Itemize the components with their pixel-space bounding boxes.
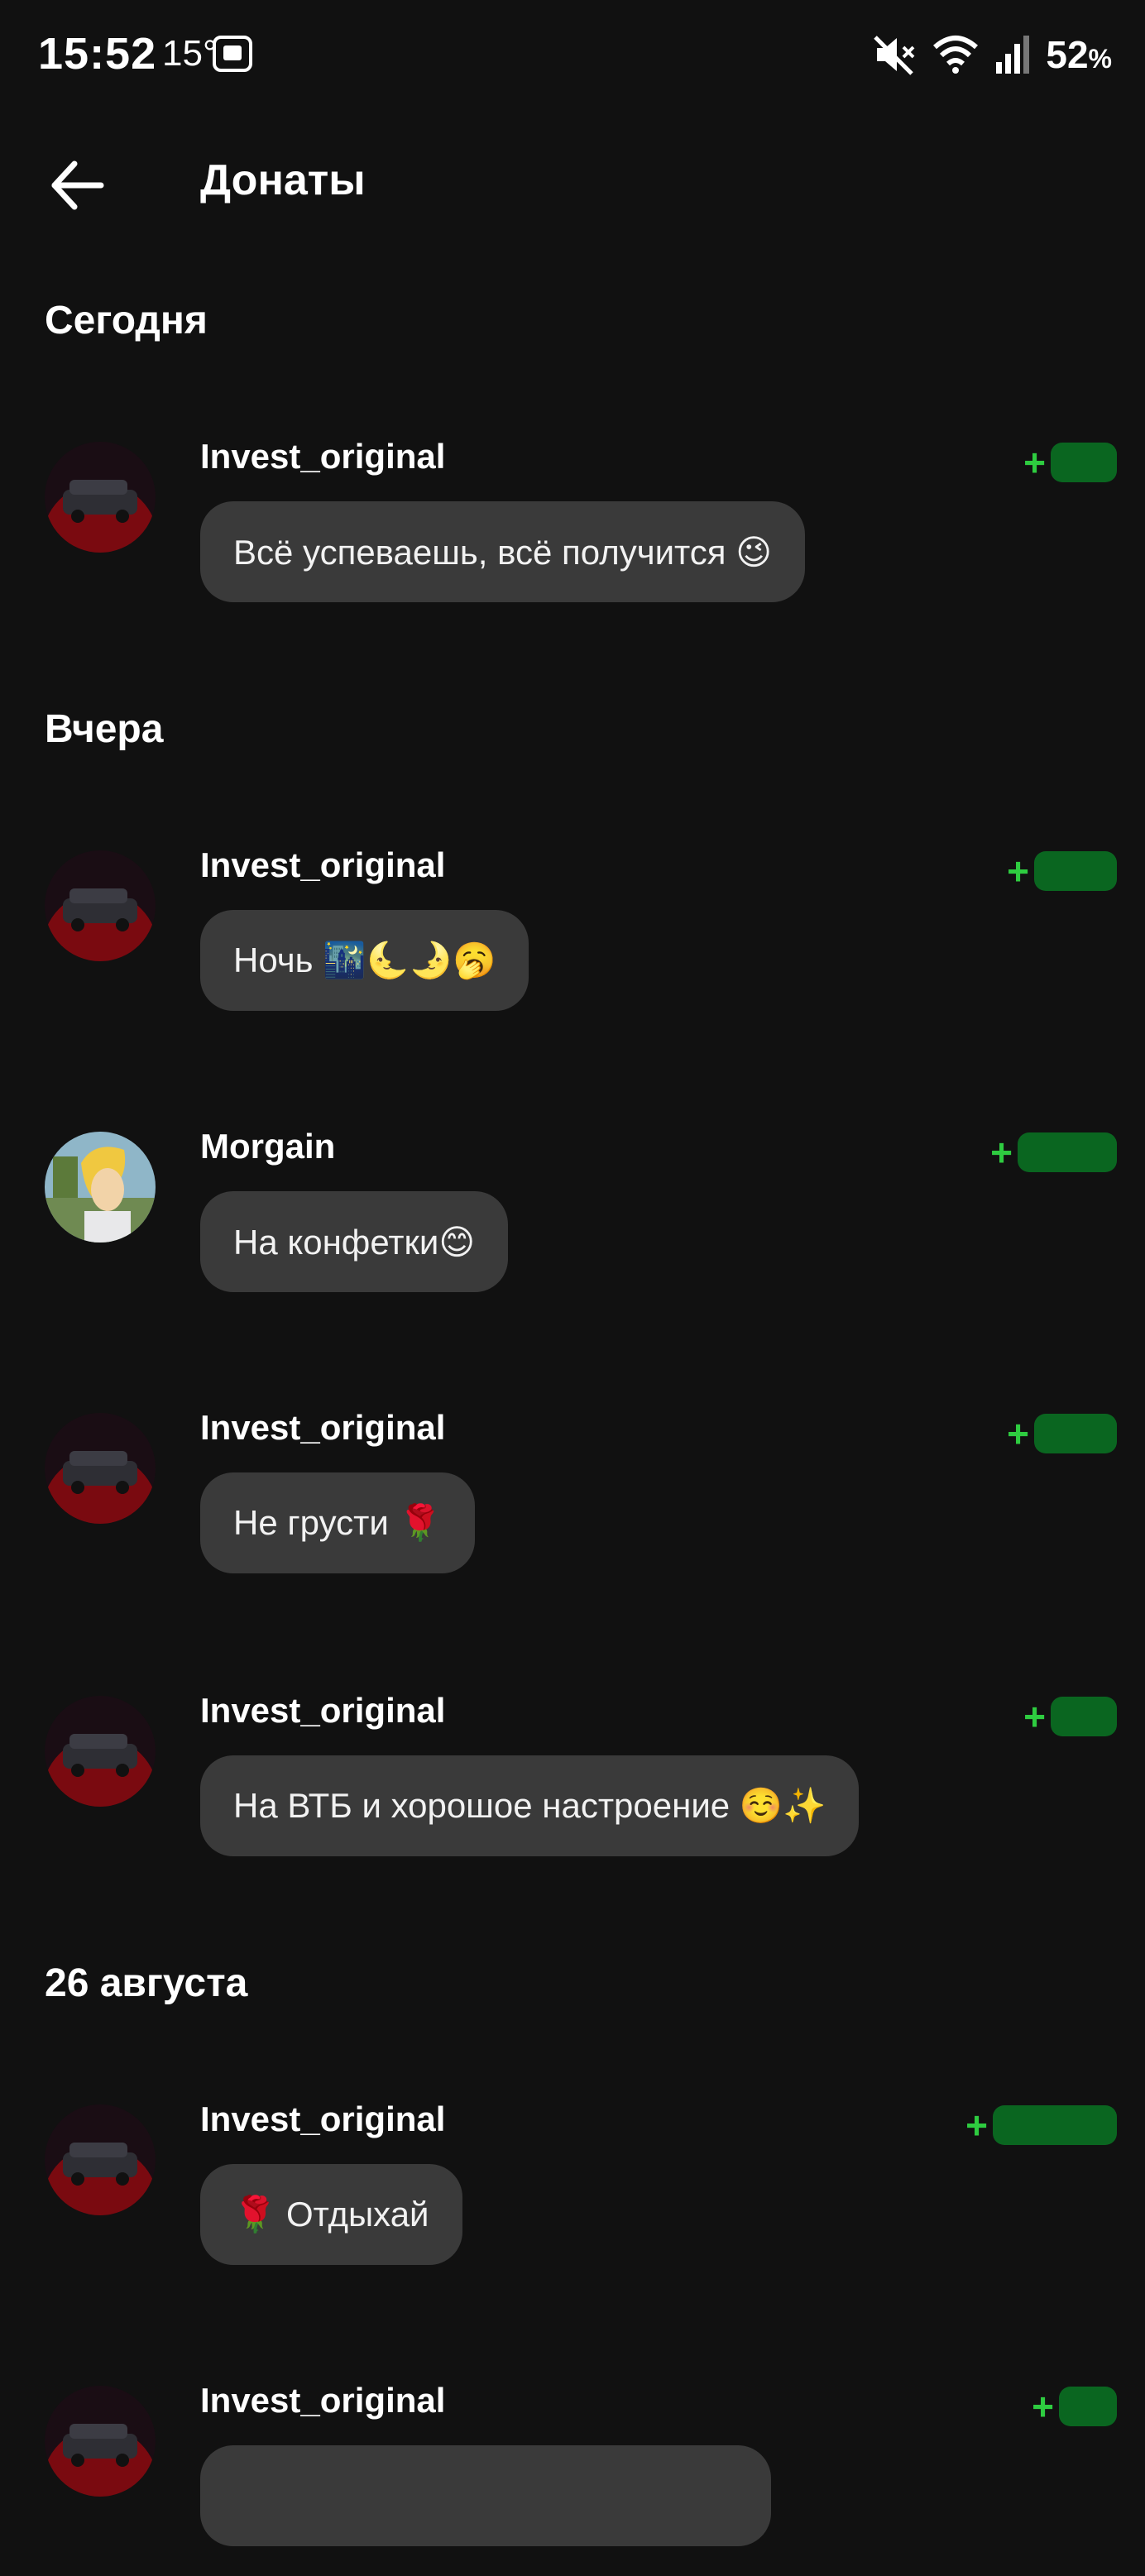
mute-icon — [874, 36, 915, 75]
donor-name[interactable]: Morgain — [200, 1127, 335, 1166]
signal-icon — [996, 36, 1030, 74]
donation-item[interactable]: Invest_original + Ночь 🌃🌜🌛🥱 — [0, 845, 1145, 1041]
donation-item[interactable]: Invest_original + — [0, 2381, 1145, 2576]
donation-amount: + — [965, 2103, 1117, 2147]
donor-name[interactable]: Invest_original — [200, 1408, 445, 1448]
plus-sign: + — [1007, 850, 1029, 893]
amount-redacted — [1059, 2387, 1117, 2426]
donation-message: 🌹 Отдыхай — [200, 2164, 462, 2265]
donation-amount: + — [1007, 1411, 1117, 1456]
back-arrow-icon[interactable] — [45, 152, 111, 218]
avatar[interactable] — [45, 442, 156, 553]
status-time: 15:52 — [38, 29, 157, 79]
screenshot-icon — [213, 36, 252, 72]
donation-message: Не грусти 🌹 — [200, 1472, 475, 1573]
donation-item[interactable]: Invest_original + Всё успеваешь, всё пол… — [0, 437, 1145, 632]
amount-redacted — [1018, 1132, 1117, 1172]
donor-name[interactable]: Invest_original — [200, 437, 445, 476]
avatar[interactable] — [45, 1696, 156, 1807]
section-header-aug26: 26 августа — [45, 1961, 248, 2005]
donor-name[interactable]: Invest_original — [200, 2100, 445, 2139]
plus-sign: + — [1007, 1412, 1029, 1455]
avatar[interactable] — [45, 1132, 156, 1243]
app-bar: Донаты — [0, 132, 1145, 232]
battery-level: 52% — [1046, 33, 1112, 76]
donation-amount: + — [1007, 849, 1117, 893]
amount-redacted — [1051, 1697, 1117, 1736]
donation-amount: + — [1032, 2384, 1117, 2429]
plus-sign: + — [1023, 1695, 1046, 1738]
donation-amount: + — [1023, 440, 1117, 485]
donation-message: На ВТБ и хорошое настроение ☺️✨ — [200, 1755, 860, 1856]
donation-item[interactable]: Invest_original + На ВТБ и хорошое настр… — [0, 1691, 1145, 1886]
donation-message: На конфетки😊 — [200, 1191, 509, 1292]
section-header-today: Сегодня — [45, 299, 208, 342]
amount-redacted — [1034, 1414, 1117, 1453]
donation-message — [200, 2445, 771, 2546]
donation-amount: + — [1023, 1694, 1117, 1739]
plus-sign: + — [1032, 2385, 1054, 2428]
page-title: Донаты — [200, 156, 366, 204]
plus-sign: + — [1023, 441, 1046, 484]
status-temperature: 15° — [162, 33, 218, 74]
donation-message: Ночь 🌃🌜🌛🥱 — [200, 910, 529, 1011]
plus-sign: + — [990, 1131, 1013, 1174]
donation-message: Всё успеваешь, всё получится 😉 — [200, 501, 805, 602]
plus-sign: + — [965, 2104, 988, 2147]
wifi-icon — [933, 36, 979, 74]
amount-redacted — [993, 2105, 1117, 2145]
donation-amount: + — [990, 1130, 1117, 1175]
donation-item[interactable]: Invest_original + 🌹 Отдыхай — [0, 2100, 1145, 2295]
donor-name[interactable]: Invest_original — [200, 2381, 445, 2420]
avatar[interactable] — [45, 850, 156, 961]
amount-redacted — [1051, 443, 1117, 482]
avatar[interactable] — [45, 2104, 156, 2215]
avatar[interactable] — [45, 2386, 156, 2497]
section-header-yesterday: Вчера — [45, 707, 164, 751]
avatar[interactable] — [45, 1413, 156, 1524]
donation-item[interactable]: Morgain + На конфетки😊 — [0, 1127, 1145, 1322]
donation-item[interactable]: Invest_original + Не грусти 🌹 — [0, 1408, 1145, 1603]
status-bar: 15:52 15° 52% — [0, 0, 1145, 108]
donor-name[interactable]: Invest_original — [200, 1691, 445, 1731]
donor-name[interactable]: Invest_original — [200, 845, 445, 885]
status-icons: 52% — [872, 30, 1112, 79]
amount-redacted — [1034, 851, 1117, 891]
